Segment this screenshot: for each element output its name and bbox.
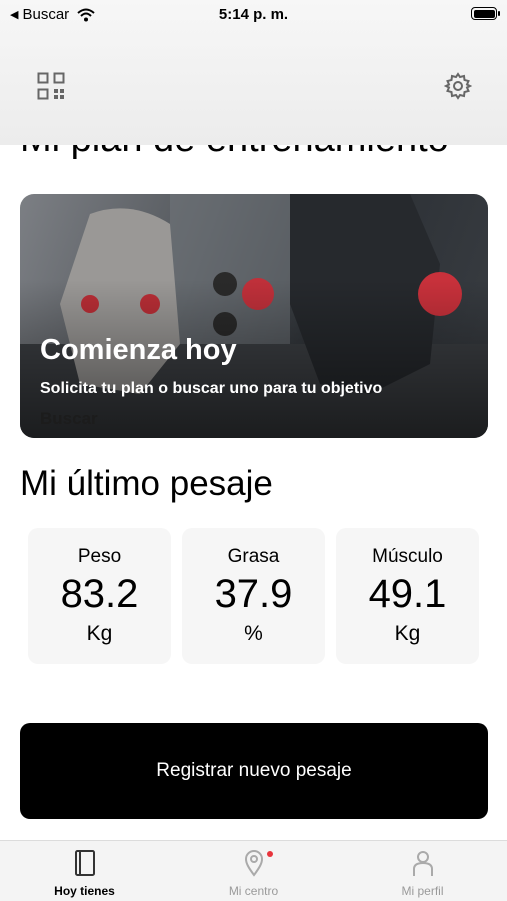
bottom-tab-bar: Hoy tienes Mi centro Mi perfil bbox=[0, 840, 507, 901]
card-title: Comienza hoy bbox=[40, 334, 237, 366]
notification-badge bbox=[267, 851, 273, 857]
stat-unit: % bbox=[244, 622, 263, 645]
stat-label: Músculo bbox=[372, 546, 443, 567]
weight-stat-card: Peso 83.2 Kg bbox=[28, 528, 171, 664]
search-plan-link[interactable]: Buscar bbox=[40, 409, 98, 429]
battery-icon bbox=[471, 7, 500, 20]
image-overlay bbox=[20, 194, 488, 438]
stat-unit: Kg bbox=[394, 622, 421, 645]
fat-stat-card: Grasa 37.9 % bbox=[182, 528, 325, 664]
stat-value: 37.9 bbox=[214, 572, 293, 616]
stat-label: Peso bbox=[77, 546, 122, 567]
clock-time: 5:14 p. m. bbox=[218, 6, 289, 23]
top-navigation-bar: ◀ Buscar 5:14 p. m. bbox=[0, 0, 507, 145]
last-weigh-in-title: Mi último pesaje bbox=[20, 464, 273, 503]
tab-label: Mi perfil bbox=[401, 884, 444, 898]
card-subtitle: Solicita tu plan o buscar uno para tu ob… bbox=[40, 380, 383, 397]
tab-my-profile[interactable]: Mi perfil bbox=[338, 841, 507, 901]
stat-unit: Kg bbox=[86, 622, 113, 645]
register-weigh-in-button[interactable]: Registrar nuevo pesaje bbox=[20, 723, 488, 819]
tab-label: Mi centro bbox=[228, 884, 279, 898]
stat-label: Grasa bbox=[227, 546, 280, 567]
tab-my-center[interactable]: Mi centro bbox=[169, 841, 338, 901]
muscle-stat-card: Músculo 49.1 Kg bbox=[336, 528, 479, 664]
stat-value: 83.2 bbox=[60, 572, 139, 616]
location-pin-icon bbox=[244, 850, 263, 877]
start-today-card[interactable]: Comienza hoy Solicita tu plan o buscar u… bbox=[20, 194, 488, 438]
person-icon bbox=[412, 851, 433, 876]
stat-value: 49.1 bbox=[368, 572, 447, 616]
tab-label: Hoy tienes bbox=[54, 884, 115, 898]
gear-icon[interactable] bbox=[444, 72, 472, 100]
notebook-icon bbox=[74, 850, 95, 876]
qr-code-icon[interactable] bbox=[37, 72, 65, 100]
tab-today[interactable]: Hoy tienes bbox=[0, 841, 169, 901]
